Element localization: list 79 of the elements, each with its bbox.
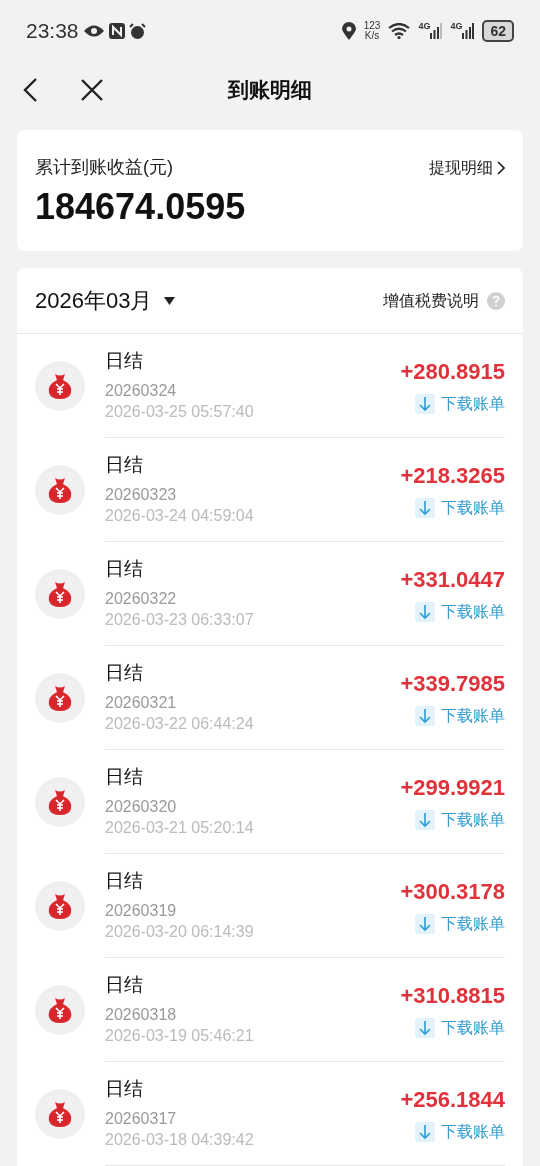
entry-time: 2026-03-18 04:39:42 bbox=[105, 1129, 255, 1150]
download-icon bbox=[415, 602, 435, 622]
money-bag-icon bbox=[47, 788, 73, 816]
download-bill-link[interactable]: 下载账单 bbox=[415, 496, 505, 520]
download-icon bbox=[415, 394, 435, 414]
vat-info-link[interactable]: 增值税费说明 bbox=[383, 288, 505, 313]
summary-label: 累计到账收益(元) bbox=[35, 156, 173, 179]
entry-time: 2026-03-20 06:14:39 bbox=[105, 921, 255, 942]
entry-amount: +331.0447 bbox=[400, 566, 505, 594]
download-bill-link[interactable]: 下载账单 bbox=[415, 1120, 505, 1144]
entry-time: 2026-03-21 05:20:14 bbox=[105, 817, 255, 838]
entry-time: 2026-03-25 05:57:40 bbox=[105, 401, 255, 422]
download-icon bbox=[415, 914, 435, 934]
download-icon bbox=[415, 498, 435, 518]
entry-code: 20260319 bbox=[105, 900, 178, 921]
download-bill-link[interactable]: 下载账单 bbox=[415, 600, 505, 624]
money-bag-icon bbox=[47, 1100, 73, 1128]
speed-unit: K/s bbox=[364, 31, 380, 41]
money-bag-icon bbox=[47, 684, 73, 712]
withdrawal-details-link[interactable]: 提现明细 bbox=[429, 155, 505, 180]
money-bag-icon bbox=[47, 476, 73, 504]
help-icon bbox=[487, 291, 505, 310]
entry-title: 日结 bbox=[105, 972, 144, 997]
entry-amount: +299.9921 bbox=[400, 774, 505, 802]
entry-title: 日结 bbox=[105, 868, 144, 893]
entry-code: 20260323 bbox=[105, 484, 178, 505]
network-type: 4G bbox=[450, 20, 463, 33]
download-bill-link[interactable]: 下载账单 bbox=[415, 912, 505, 936]
entry-code: 20260321 bbox=[105, 692, 178, 713]
entry-time: 2026-03-19 05:46:21 bbox=[105, 1025, 255, 1046]
entry-code: 20260320 bbox=[105, 796, 178, 817]
download-icon bbox=[415, 1018, 435, 1038]
entry-amount: +310.8815 bbox=[400, 982, 505, 1010]
network-type: 4G bbox=[418, 20, 431, 33]
money-bag-icon bbox=[47, 372, 73, 400]
signal-icon bbox=[462, 23, 475, 39]
entry-title: 日结 bbox=[105, 1076, 144, 1101]
alarm-icon bbox=[128, 22, 146, 40]
caret-down-icon bbox=[164, 296, 176, 305]
download-bill-link[interactable]: 下载账单 bbox=[415, 704, 505, 728]
entry-amount: +218.3265 bbox=[400, 462, 505, 490]
download-icon bbox=[415, 706, 435, 726]
total-amount: 184674.0595 bbox=[35, 187, 247, 227]
entry-code: 20260324 bbox=[105, 380, 178, 401]
chevron-right-icon bbox=[497, 160, 505, 175]
money-bag-icon bbox=[47, 892, 73, 920]
entry-title: 日结 bbox=[105, 348, 144, 373]
entry-title: 日结 bbox=[105, 660, 144, 685]
page-title: 到账明细 bbox=[228, 77, 312, 104]
wifi-icon bbox=[388, 23, 411, 39]
entry-code: 20260322 bbox=[105, 588, 178, 609]
network-speed: 123 bbox=[363, 21, 381, 31]
entry-code: 20260317 bbox=[105, 1108, 178, 1129]
entry-title: 日结 bbox=[105, 764, 144, 789]
nfc-icon bbox=[108, 23, 125, 39]
download-bill-link[interactable]: 下载账单 bbox=[415, 808, 505, 832]
download-icon bbox=[415, 1122, 435, 1142]
entry-amount: +280.8915 bbox=[400, 358, 505, 386]
status-time: 23:38 bbox=[26, 18, 79, 45]
entry-amount: +339.7985 bbox=[400, 670, 505, 698]
money-bag-icon bbox=[47, 996, 73, 1024]
download-bill-link[interactable]: 下载账单 bbox=[415, 1016, 505, 1040]
entry-time: 2026-03-23 06:33:07 bbox=[105, 609, 255, 630]
entry-amount: +256.1844 bbox=[400, 1086, 505, 1114]
entry-code: 20260318 bbox=[105, 1004, 178, 1025]
entry-time: 2026-03-24 04:59:04 bbox=[105, 505, 255, 526]
signal-icon bbox=[430, 23, 443, 39]
download-bill-link[interactable]: 下载账单 bbox=[415, 392, 505, 416]
month-selector[interactable]: 2026年03月 bbox=[35, 284, 176, 317]
location-icon bbox=[341, 22, 356, 40]
download-icon bbox=[415, 810, 435, 830]
battery-level: 62 bbox=[482, 20, 514, 42]
entry-title: 日结 bbox=[105, 556, 144, 581]
close-icon[interactable] bbox=[80, 78, 104, 102]
entry-title: 日结 bbox=[105, 452, 144, 477]
entry-time: 2026-03-22 06:44:24 bbox=[105, 713, 255, 734]
entry-amount: +300.3178 bbox=[400, 878, 505, 906]
money-bag-icon bbox=[47, 580, 73, 608]
eye-icon bbox=[82, 24, 105, 38]
